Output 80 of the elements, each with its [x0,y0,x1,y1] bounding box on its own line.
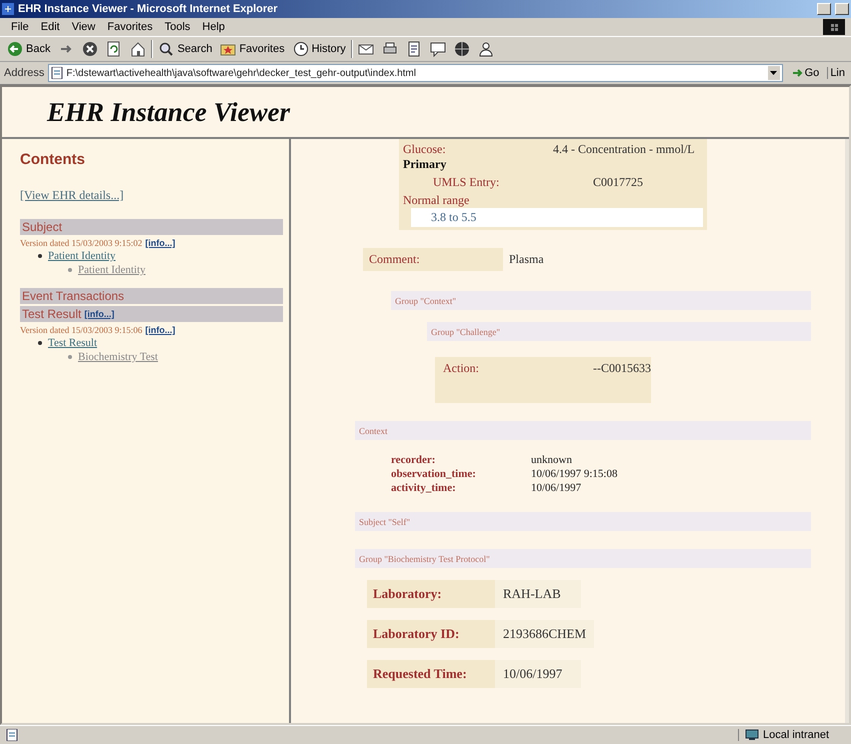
attribute-label: recorder: [391,454,436,466]
window-title: EHR Instance Viewer - Microsoft Internet Explorer [18,3,278,15]
field-label: Action: [443,361,480,377]
chat-icon [430,41,446,57]
field-label: Glucose: [403,142,447,157]
menu-item[interactable]: Tools [160,21,196,33]
group-title: Group "Challenge" [431,327,500,337]
version-text: Version dated 15/03/2003 9:15:06 [20,325,142,335]
group-title: Group "Context" [395,296,456,306]
maximize-button[interactable] [835,3,849,15]
star-folder-button[interactable]: Favorites [217,40,288,58]
attribute-label: activity_time: [391,482,457,494]
version-text: Version dated 15/03/2003 9:15:02 [20,238,142,248]
globe-icon [454,41,470,57]
attribute-label: observation_time: [391,468,477,480]
field-label: Laboratory: [367,580,495,608]
stop-icon [82,41,98,57]
field-label: Laboratory ID: [367,620,495,648]
info-link[interactable]: [info...] [145,325,176,335]
go-arrow-icon [790,67,803,79]
info-link[interactable]: [info...] [145,238,176,248]
field-label: Requested Time: [367,660,495,688]
history-button[interactable]: History [290,40,349,58]
field-value: Plasma [508,251,545,268]
field-label: Comment: [363,248,503,271]
field-value: 10/06/1997 [495,660,581,688]
menu-item[interactable]: Help [197,21,230,33]
primary-label: Primary [403,157,448,172]
bullet-icon [68,355,72,359]
info-link[interactable]: [info...] [84,309,114,319]
page-icon [6,729,18,741]
go-button[interactable]: Go [786,67,824,79]
section-title: Test Result [22,307,82,321]
details-link[interactable]: [View EHR details...] [20,188,283,203]
home-icon [130,41,146,57]
range-value: 3.8 to 5.5 [411,208,703,227]
zone-text: Local intranet [763,729,830,741]
field-value: C0017725 [593,175,644,190]
history-icon [292,41,309,57]
minimize-button[interactable] [817,3,831,15]
caret-icon [770,71,778,75]
attribute-value: 10/06/1997 [531,482,582,494]
menu-item[interactable]: Edit [36,21,65,33]
menu-item[interactable]: File [6,21,34,33]
network-icon [745,729,759,741]
refresh-icon [106,41,122,57]
windows-logo-icon [823,19,845,35]
ie-icon [2,3,14,15]
menu-item[interactable]: Favorites [102,21,158,33]
page-icon [51,67,64,79]
section-title: Event Transactions [22,289,124,303]
field-label: UMLS Entry: [433,175,500,190]
field-value: 4.4 - Concentration - mmol/L [553,142,695,157]
address-label: Address [4,67,44,79]
section-title: Subject [22,220,62,234]
attribute-value: unknown [531,454,573,466]
document-icon [406,41,422,57]
field-value: --C0015633 [593,361,651,377]
menu-item[interactable]: View [66,21,100,33]
group-title: Group "Biochemistry Test Protocol" [359,554,490,564]
bullet-icon [38,254,42,258]
group-title: Context [359,426,388,436]
search-icon [158,41,174,57]
attribute-value: 10/06/1997 9:15:08 [531,468,618,480]
page-heading: EHR Instance Viewer [47,96,290,128]
field-value: RAH-LAB [495,580,581,608]
field-label: Normal range [403,193,470,208]
tree-link[interactable]: Test Result [48,337,98,349]
dropdown-button[interactable] [768,66,780,80]
person-icon [478,41,494,57]
tree-link[interactable]: Patient Identity [48,250,116,262]
links-button[interactable]: Lin [827,67,847,79]
search-button[interactable]: Search [155,40,216,58]
group-title: Subject "Self" [359,517,410,527]
contents-heading: Contents [20,151,86,168]
field-value: 2193686CHEM [495,620,594,648]
bullet-icon [38,341,42,345]
address-field[interactable]: F:\dstewart\activehealth\java\software\gehr\decker_test_gehr-output\index.html [48,64,783,82]
bullet-icon [68,268,72,272]
back-arrow-button[interactable]: Back [4,40,54,58]
